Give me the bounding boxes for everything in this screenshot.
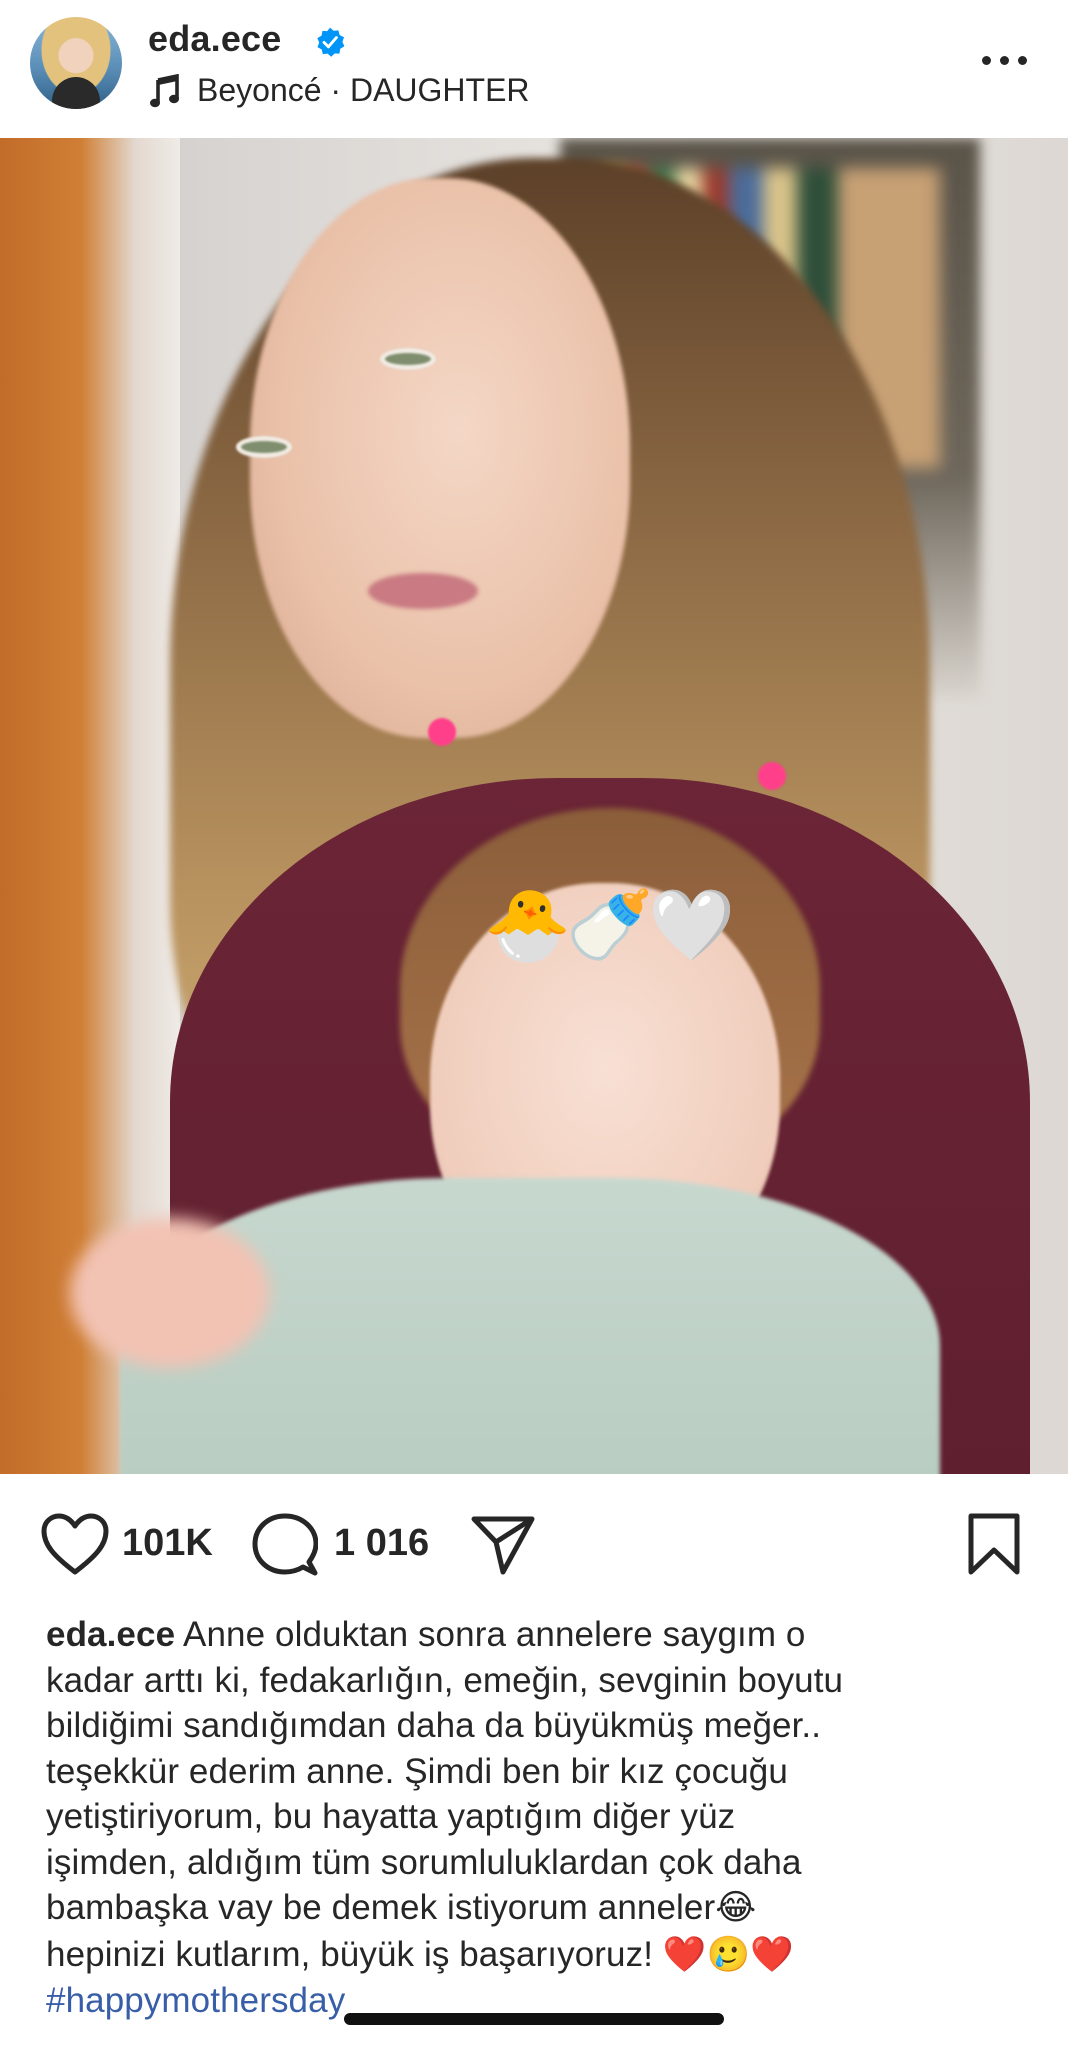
laughing-emoji: 😂 [715, 1888, 757, 1928]
baby-bottle-emoji: 🍼 [566, 884, 654, 966]
audio-track-label[interactable]: Beyoncé · DAUGHTER [197, 72, 530, 109]
hair-clip-left [428, 718, 456, 746]
hearts-emoji-group: ❤️🥲❤️ [662, 1934, 794, 1975]
white-heart-emoji: 🤍 [648, 884, 736, 966]
caption-line-4: teşekkür ederim anne. Şimdi ben bir kız … [46, 1751, 788, 1791]
caption-line-3: bildiğimi sandığımdan daha da büyükmüş m… [46, 1706, 822, 1745]
comment-bubble-icon[interactable] [252, 1512, 318, 1578]
caption-line-6: işimden, aldığım tüm sorumluluklardan ço… [46, 1842, 802, 1882]
verified-badge-icon [317, 27, 345, 57]
hatching-chick-emoji: 🐣 [484, 884, 572, 966]
mother-eye-right [236, 436, 292, 458]
avatar[interactable] [30, 17, 122, 109]
mother-lips [368, 573, 478, 609]
mother-eye-left [380, 348, 436, 370]
caption-line-1: eda.ece Anne olduktan sonra annelere say… [46, 1615, 806, 1654]
post-header: eda.ece Beyoncé · DAUGHTER [0, 0, 1068, 138]
mother-face [250, 178, 630, 738]
music-note-icon [150, 74, 179, 108]
bottom-mask [0, 2026, 1068, 2048]
post-caption: eda.ece Anne olduktan sonra annelere say… [46, 1612, 1026, 2024]
caption-line-8: hepinizi kutlarım, büyük iş başarıyoruz!… [46, 1934, 794, 1975]
post-media[interactable]: 🐣 🍼 🤍 [0, 138, 1068, 1474]
caption-line-7: bambaşka vay be demek istiyorum anneler😂 [46, 1888, 757, 1928]
action-bar: 101K 1 016 [0, 1474, 1068, 1614]
home-indicator[interactable] [344, 2013, 724, 2025]
more-options-icon[interactable] [982, 56, 1028, 66]
caption-line-2: kadar arttı ki, fedakarlığın, emeğin, se… [46, 1660, 844, 1700]
save-bookmark-icon[interactable] [966, 1512, 1022, 1576]
baby-hand [70, 1218, 270, 1368]
hair-clip-right [758, 762, 786, 790]
like-count[interactable]: 101K [122, 1522, 213, 1565]
header-username[interactable]: eda.ece [148, 18, 282, 60]
caption-username[interactable]: eda.ece [46, 1615, 175, 1654]
emoji-sticker: 🐣 🍼 🤍 [484, 884, 736, 972]
caption-line-5: yetiştiriyorum, bu hayatta yaptığım diğe… [46, 1797, 736, 1836]
like-heart-icon[interactable] [40, 1512, 110, 1576]
share-paper-plane-icon[interactable] [470, 1514, 536, 1576]
comment-count[interactable]: 1 016 [334, 1522, 429, 1565]
